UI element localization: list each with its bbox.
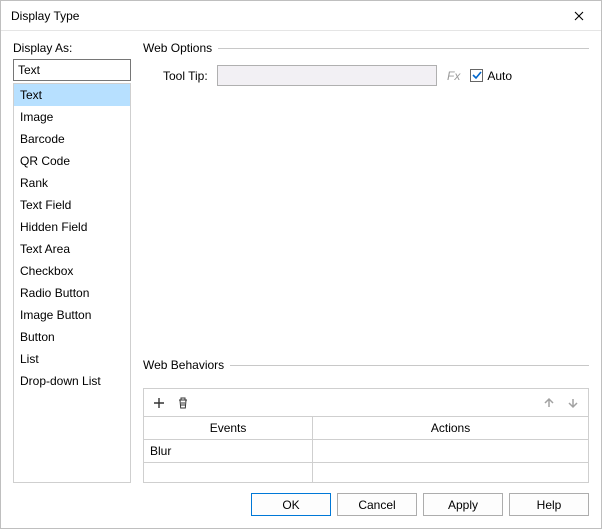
dialog-title: Display Type xyxy=(11,9,79,23)
close-icon xyxy=(574,11,584,21)
web-options-title: Web Options xyxy=(143,41,212,55)
list-item[interactable]: Radio Button xyxy=(14,282,130,304)
display-as-label: Display As: xyxy=(13,41,131,55)
list-item[interactable]: List xyxy=(14,348,130,370)
display-as-listbox[interactable]: TextImageBarcodeQR CodeRankText FieldHid… xyxy=(13,83,131,483)
table-header-row: Events Actions xyxy=(144,417,589,440)
checkbox-box xyxy=(470,69,483,82)
cell-event[interactable]: Blur xyxy=(144,440,313,463)
trash-icon xyxy=(176,396,190,410)
list-item[interactable]: Barcode xyxy=(14,128,130,150)
divider xyxy=(230,365,589,366)
right-panel: Web Options Tool Tip: Fx Auto Web Behavi… xyxy=(143,41,589,483)
fx-button[interactable]: Fx xyxy=(443,69,464,83)
list-item[interactable]: Image xyxy=(14,106,130,128)
divider xyxy=(218,48,589,49)
list-item[interactable]: Text Field xyxy=(14,194,130,216)
auto-label: Auto xyxy=(487,69,512,83)
add-button[interactable] xyxy=(148,392,170,414)
list-item[interactable]: QR Code xyxy=(14,150,130,172)
tooltip-label: Tool Tip: xyxy=(163,69,211,83)
display-type-dialog: Display Type Display As: TextImageBarcod… xyxy=(0,0,602,529)
check-icon xyxy=(472,71,482,80)
left-panel: Display As: TextImageBarcodeQR CodeRankT… xyxy=(13,41,131,483)
web-options-header: Web Options xyxy=(143,41,589,55)
ok-button[interactable]: OK xyxy=(251,493,331,516)
list-item[interactable]: Text xyxy=(14,84,130,106)
list-item[interactable]: Text Area xyxy=(14,238,130,260)
dialog-body: Display As: TextImageBarcodeQR CodeRankT… xyxy=(1,31,601,483)
tooltip-input[interactable] xyxy=(217,65,437,86)
behaviors-box: Events Actions Blur xyxy=(143,388,589,483)
col-events: Events xyxy=(144,417,313,440)
move-up-button[interactable] xyxy=(538,392,560,414)
list-item[interactable]: Button xyxy=(14,326,130,348)
cell-action xyxy=(313,463,589,483)
list-item[interactable]: Image Button xyxy=(14,304,130,326)
auto-checkbox[interactable]: Auto xyxy=(470,69,512,83)
help-button[interactable]: Help xyxy=(509,493,589,516)
button-bar: OK Cancel Apply Help xyxy=(1,483,601,528)
apply-button[interactable]: Apply xyxy=(423,493,503,516)
cell-action[interactable] xyxy=(313,440,589,463)
display-as-input[interactable] xyxy=(13,59,131,81)
spacer xyxy=(143,86,589,358)
plus-icon xyxy=(152,396,166,410)
behaviors-toolbar xyxy=(143,388,589,416)
move-down-button[interactable] xyxy=(562,392,584,414)
toolbar-left-group xyxy=(148,392,194,414)
list-item[interactable]: Rank xyxy=(14,172,130,194)
table-row xyxy=(144,463,589,483)
web-behaviors-header: Web Behaviors xyxy=(143,358,589,372)
col-actions: Actions xyxy=(313,417,589,440)
behaviors-grid[interactable]: Events Actions Blur xyxy=(143,416,589,483)
tooltip-row: Tool Tip: Fx Auto xyxy=(143,65,589,86)
list-item[interactable]: Hidden Field xyxy=(14,216,130,238)
arrow-down-icon xyxy=(566,396,580,410)
titlebar: Display Type xyxy=(1,1,601,31)
list-item[interactable]: Drop-down List xyxy=(14,370,130,392)
toolbar-right-group xyxy=(538,392,584,414)
arrow-up-icon xyxy=(542,396,556,410)
close-button[interactable] xyxy=(557,1,601,30)
web-behaviors-title: Web Behaviors xyxy=(143,358,224,372)
cell-event xyxy=(144,463,313,483)
delete-button[interactable] xyxy=(172,392,194,414)
cancel-button[interactable]: Cancel xyxy=(337,493,417,516)
table-row[interactable]: Blur xyxy=(144,440,589,463)
list-item[interactable]: Checkbox xyxy=(14,260,130,282)
